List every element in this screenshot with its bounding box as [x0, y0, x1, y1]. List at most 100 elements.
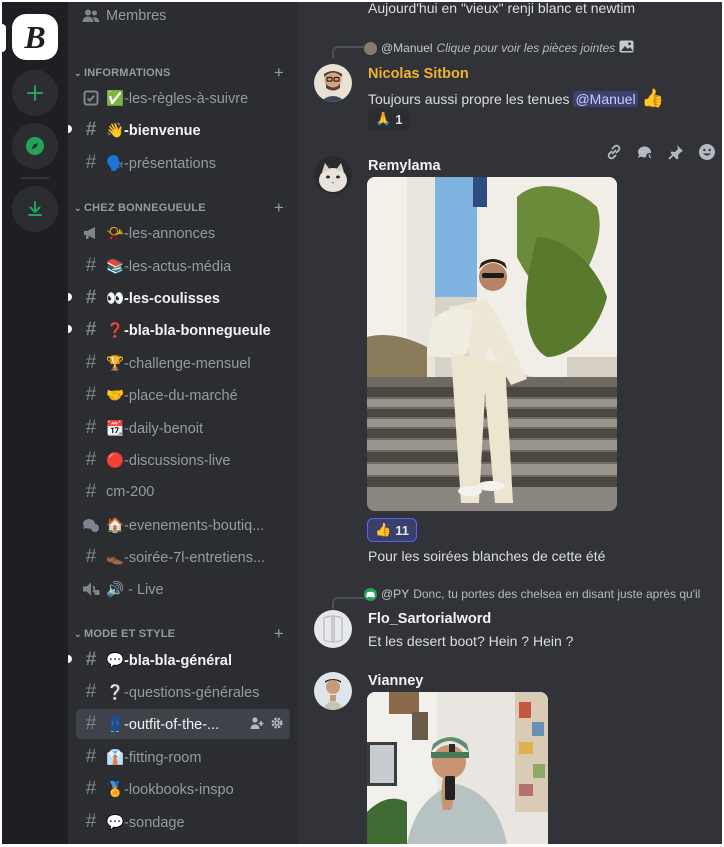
channel-bla-bla-general[interactable]: # 💬-bla-bla-général [76, 645, 290, 675]
message-text: Et les desert boot? Hein ? Hein ? [368, 633, 574, 649]
sidebar-item-membres[interactable]: Membres [76, 2, 290, 31]
category-informations[interactable]: ⌄ INFORMATIONS + [74, 63, 288, 83]
channel-questions-generales[interactable]: # ❔-questions-générales [76, 677, 290, 707]
hashtag-icon: # [85, 713, 97, 734]
channel-tools [250, 716, 284, 733]
compass-icon [26, 137, 44, 155]
channel-bienvenue[interactable]: # 👋-bienvenue [76, 115, 290, 145]
channel-sondage[interactable]: # 💬-sondage [76, 807, 290, 837]
megaphone-icon [76, 225, 106, 241]
add-server-button[interactable] [12, 70, 58, 116]
bonnegueule-server-icon[interactable]: B [12, 14, 58, 60]
channel-outfit-of-the-day[interactable]: # 👖-outfit-of-the-... [76, 709, 290, 739]
category-label: CHEZ BONNEGUEULE [84, 202, 206, 214]
avatar-vianney[interactable] [314, 672, 352, 710]
explore-servers-button[interactable] [12, 123, 58, 169]
replied-user-avatar [364, 41, 377, 55]
discord-window: B Membres ⌄ INFORMATIONS + ✅-les-règles-… [2, 2, 722, 844]
channel-presentations[interactable]: # 🗣️-présentations [76, 148, 290, 178]
rules-channel-icon [76, 90, 106, 106]
hashtag-icon: # [85, 746, 97, 767]
forum-icon [76, 517, 106, 533]
hashtag-icon: # [85, 778, 97, 799]
chevron-down-icon: ⌄ [74, 628, 82, 639]
gear-icon[interactable] [270, 716, 284, 733]
author-flo-sartorialword[interactable]: Flo_Sartorialword [368, 611, 491, 627]
user-mention[interactable]: @Manuel [573, 91, 638, 107]
channel-label: 👖-outfit-of-the-... [106, 716, 220, 733]
channel-coulisses[interactable]: # 👀-les-coulisses [76, 283, 290, 313]
reply-username: @PY [381, 587, 410, 601]
hashtag-icon: # [85, 449, 97, 470]
avatar-nicolas-sitbon[interactable] [314, 64, 352, 102]
channel-daily-benoit[interactable]: # 📆-daily-benoit [76, 413, 290, 443]
members-icon [76, 8, 106, 24]
reply-spine [332, 597, 364, 609]
hashtag-icon: # [85, 546, 97, 567]
reaction-thumbs-up[interactable]: 👍 11 [367, 518, 417, 542]
channel-discussions-live[interactable]: # 🔴-discussions-live [76, 445, 290, 475]
hashtag-icon: # [85, 352, 97, 373]
channel-lookbooks-inspo[interactable]: # 🏅-lookbooks-inspo [76, 774, 290, 804]
voice-channel-live[interactable]: 🔊 - Live [76, 574, 290, 604]
reaction-pray[interactable]: 🙏 1 [368, 108, 410, 130]
avatar-remylama[interactable] [314, 156, 352, 194]
add-channel-icon[interactable]: + [274, 198, 284, 218]
chevron-down-icon: ⌄ [74, 67, 82, 78]
channel-regles[interactable]: ✅-les-règles-à-suivre [76, 83, 290, 113]
author-vianney[interactable]: Vianney [368, 673, 423, 689]
category-mode-et-style[interactable]: ⌄ MODE ET STYLE + [74, 624, 288, 644]
pin-icon[interactable] [667, 143, 685, 166]
rail-separator [21, 177, 49, 179]
reply-username: @Manuel [381, 41, 433, 55]
channel-bla-bla-bonnegueule[interactable]: # ❓-bla-bla-bonnegueule [76, 315, 290, 345]
channel-label: 🏠-evenements-boutiq... [106, 517, 265, 534]
channel-cm-200[interactable]: # cm-200 [76, 477, 290, 507]
author-remylama[interactable]: Remylama [368, 158, 441, 174]
speaker-locked-icon [76, 581, 106, 597]
channel-evenements-boutique[interactable]: 🏠-evenements-boutiq... [76, 510, 290, 540]
add-channel-icon[interactable]: + [274, 63, 284, 83]
reply-reference[interactable]: @PY Donc, tu portes des chelsea en disan… [364, 587, 700, 601]
server-rail: B [2, 2, 68, 844]
reply-text: Donc, tu portes des chelsea en disant ju… [413, 587, 701, 601]
channel-label: 👋-bienvenue [106, 122, 201, 139]
previous-message-fragment: Aujourd'hui en "vieux" renji blanc et ne… [368, 2, 636, 16]
discord-default-avatar-icon [364, 587, 377, 601]
add-reaction-icon[interactable] [698, 143, 716, 166]
selected-server-pill [2, 24, 6, 52]
channel-label: ✅-les-règles-à-suivre [106, 90, 249, 107]
reply-text: Clique pour voir les pièces jointes [436, 41, 616, 55]
author-nicolas-sitbon[interactable]: Nicolas Sitbon [368, 66, 469, 82]
thumbs-up-emoji: 👍 [641, 88, 665, 108]
link-icon[interactable] [605, 143, 623, 166]
channel-place-du-marche[interactable]: # 🤝-place-du-marché [76, 380, 290, 410]
hashtag-icon: # [85, 384, 97, 405]
hashtag-icon: # [85, 481, 97, 502]
reply-reference[interactable]: @Manuel Clique pour voir les pièces join… [364, 40, 634, 56]
channel-label: 🗣️-présentations [106, 155, 216, 172]
channel-soiree-7l[interactable]: # 👞-soirée-7l-entretiens... [76, 542, 290, 572]
category-label: INFORMATIONS [84, 67, 171, 79]
hashtag-icon: # [85, 119, 97, 140]
photo-attachment-selfie[interactable] [367, 692, 548, 844]
thread-icon[interactable] [636, 143, 654, 166]
download-apps-button[interactable] [12, 186, 58, 232]
category-chez-bonnegueule[interactable]: ⌄ CHEZ BONNEGUEULE + [74, 198, 288, 218]
hashtag-icon: # [85, 649, 97, 670]
photo-attachment-street-stairs[interactable] [367, 177, 617, 511]
plus-icon [27, 85, 43, 101]
channel-annonces[interactable]: 📯-les-annonces [76, 218, 290, 248]
sidebar-item-label: Membres [106, 8, 167, 24]
category-label: MODE ET STYLE [84, 628, 176, 640]
channel-fitting-room[interactable]: # 👔-fitting-room [76, 742, 290, 772]
add-channel-icon[interactable]: + [274, 624, 284, 644]
chat-area: Aujourd'hui en "vieux" renji blanc et ne… [298, 2, 722, 844]
channel-actus-media[interactable]: # 📚-les-actus-média [76, 251, 290, 281]
message-text-part: Toujours aussi propre les tenues [368, 91, 574, 107]
invite-icon[interactable] [250, 716, 264, 733]
hashtag-icon: # [85, 319, 97, 340]
channel-label: 👔-fitting-room [106, 749, 202, 766]
channel-challenge-mensuel[interactable]: # 🏆-challenge-mensuel [76, 348, 290, 378]
avatar-flo-sartorialword[interactable] [314, 610, 352, 648]
